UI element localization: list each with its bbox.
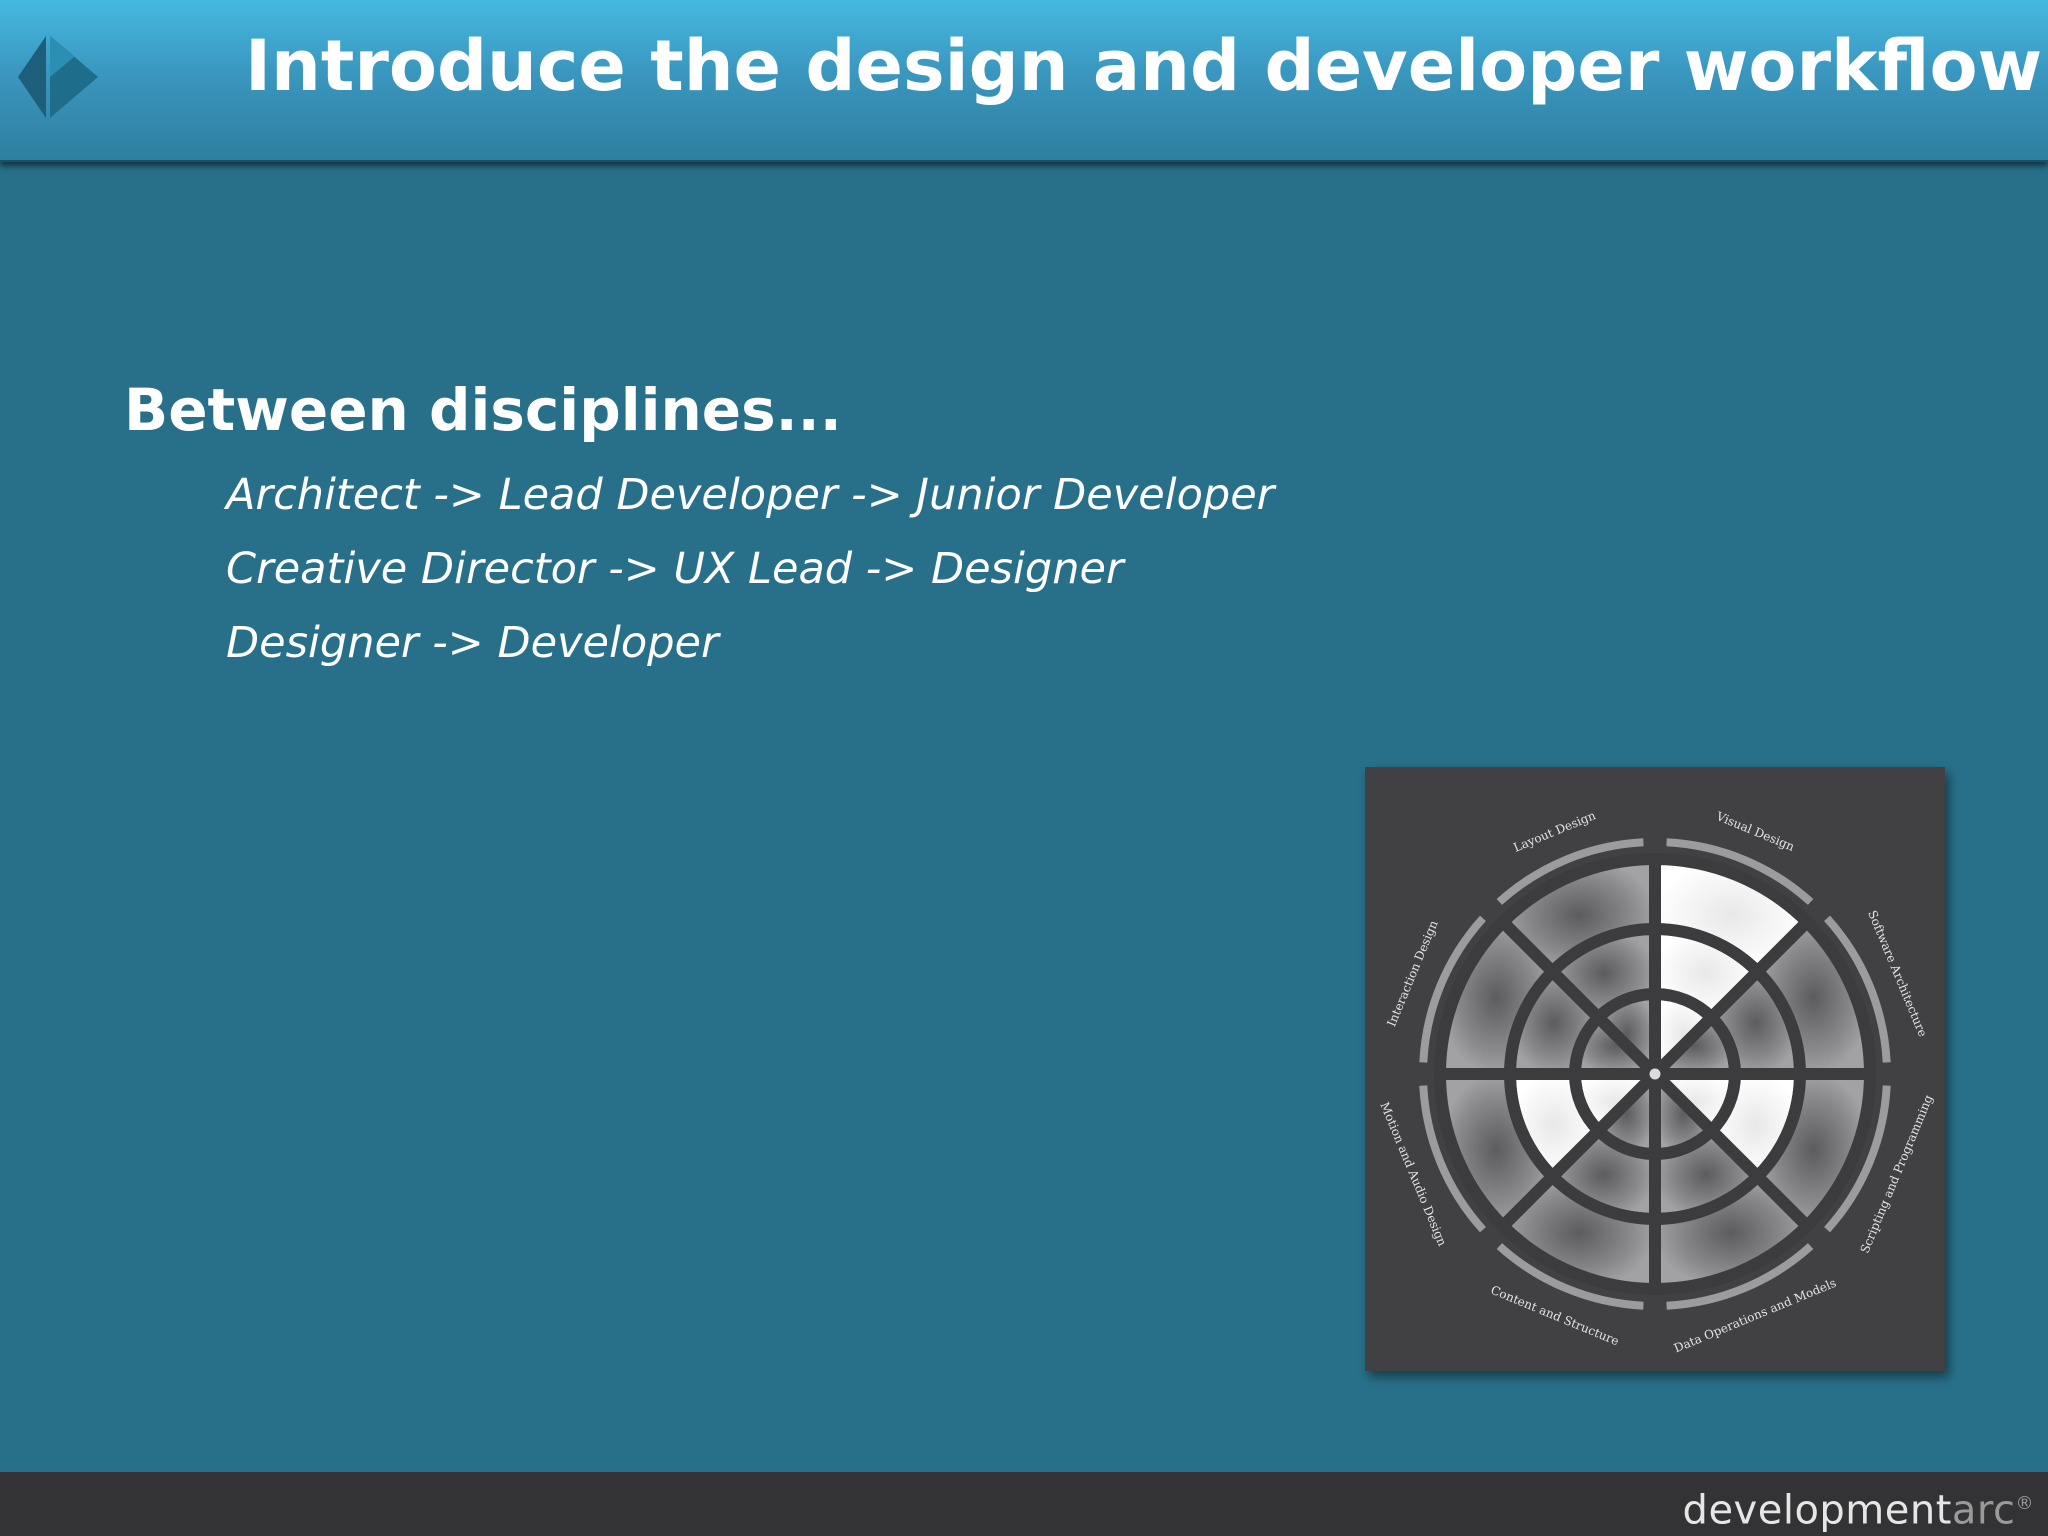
wheel-segment-label: Layout Design [1511,808,1598,855]
slide-header: Introduce the design and developer workf… [0,0,2048,162]
registered-mark: ® [2015,1493,2034,1514]
wheel-segment-label: Motion and Audio Design [1377,1100,1449,1248]
section-heading: Between disciplines... [124,376,842,444]
slide-footer: developmentarc® [0,1472,2048,1536]
wheel-center-hub [1646,1065,1664,1083]
brand-light-text: arc [1951,1487,2016,1534]
brand-main-text: development [1682,1487,1952,1534]
bullet-item: Designer -> Developer [226,618,719,668]
bullet-item: Architect -> Lead Developer -> Junior De… [226,470,1275,520]
bullet-list: Architect -> Lead Developer -> Junior De… [226,458,1274,680]
wheel-segment-label: Content and Structure [1489,1283,1621,1349]
bullet-item: Creative Director -> UX Lead -> Designer [226,544,1124,594]
wheel-segment-label: Software Architecture [1865,908,1930,1039]
discipline-wheel-diagram: Visual Design Software Architecture Script… [1365,767,1945,1371]
wheel-segment-label: Visual Design [1713,809,1796,854]
slide-title: Introduce the design and developer workf… [245,25,2043,107]
diamond-arrow-logo-icon [18,36,98,118]
developmentarc-logo: developmentarc® [1683,1478,2034,1536]
discipline-wheel-svg: Visual DesignSoftware ArchitectureScript… [1377,808,1935,1355]
